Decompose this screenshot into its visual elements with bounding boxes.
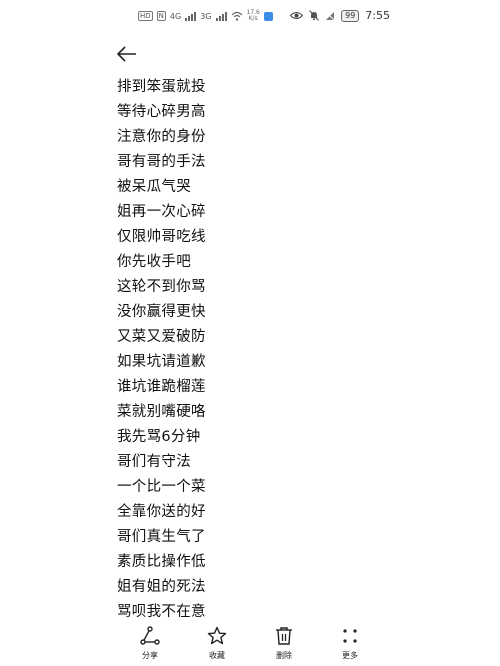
- text-line: 素质比操作低: [117, 554, 206, 570]
- text-line: 如果坑请道歉: [117, 354, 206, 370]
- text-line: 一个比一个菜: [117, 479, 206, 495]
- text-line: 注意你的身份: [117, 129, 206, 145]
- share-button[interactable]: 分享: [125, 626, 175, 661]
- mute-bell-icon: [309, 10, 320, 21]
- nfc-indicator: N: [156, 11, 166, 21]
- note-text-list: 排到笨蛋就投 等待心碎男高 注意你的身份 哥有哥的手法 被呆瓜气哭 姐再一次心碎…: [117, 75, 206, 625]
- hd-indicator: HD: [138, 11, 153, 21]
- favorite-button[interactable]: 收藏: [192, 626, 242, 661]
- status-right: 99 7:55: [290, 9, 390, 22]
- bottom-toolbar: 分享 收藏 删除 更多: [0, 622, 500, 666]
- text-line: 这轮不到你骂: [117, 279, 206, 295]
- text-line: 你先收手吧: [117, 254, 191, 270]
- status-left: HD N 4G 3G 17.6 K/s: [138, 10, 273, 22]
- app-notification-icon: [263, 11, 273, 21]
- text-line: 哥们真生气了: [117, 529, 206, 545]
- text-line: 等待心碎男高: [117, 104, 206, 120]
- share-icon: [140, 626, 160, 645]
- wifi-icon: [231, 11, 242, 21]
- delete-label: 删除: [276, 651, 292, 660]
- more-button[interactable]: 更多: [325, 626, 375, 661]
- signal-label-1: 4G: [169, 11, 182, 21]
- net-speed-unit: K/s: [248, 15, 258, 22]
- text-line: 谁坑谁跪榴莲: [117, 379, 206, 395]
- text-line: 哥们有守法: [117, 454, 191, 470]
- back-arrow-icon: [116, 46, 136, 62]
- text-line: 全靠你送的好: [117, 504, 206, 520]
- more-label: 更多: [342, 651, 358, 660]
- eye-icon: [290, 12, 304, 19]
- text-line: 又菜又爱破防: [117, 329, 206, 345]
- signal-label-2: 3G: [200, 11, 212, 21]
- share-label: 分享: [142, 651, 158, 660]
- text-line: 排到笨蛋就投: [117, 79, 206, 95]
- net-speed: 17.6 K/s: [247, 10, 260, 22]
- text-line: 姐有姐的死法: [117, 579, 206, 595]
- more-dots-icon: [343, 629, 357, 643]
- text-line: 姐再一次心碎: [117, 204, 206, 220]
- text-line: 没你赢得更快: [117, 304, 206, 320]
- text-line: 我先骂6分钟: [117, 429, 201, 445]
- trash-icon: [276, 627, 292, 645]
- text-line: 哥有哥的手法: [117, 154, 206, 170]
- signal-icon-2: [215, 11, 227, 21]
- text-line: 仅限帅哥吃线: [117, 229, 206, 245]
- status-bar: HD N 4G 3G 17.6 K/s 99 7:55: [0, 0, 500, 34]
- back-button[interactable]: [112, 40, 142, 70]
- text-line: 被呆瓜气哭: [117, 179, 191, 195]
- signal-icon: [185, 11, 197, 21]
- text-line: 菜就别嘴硬咯: [117, 404, 206, 420]
- favorite-label: 收藏: [209, 651, 225, 660]
- delete-button[interactable]: 删除: [259, 626, 309, 661]
- battery-indicator: 99: [341, 9, 360, 22]
- star-icon: [207, 626, 227, 645]
- clock: 7:55: [365, 9, 390, 22]
- no-sim-icon: [326, 11, 335, 20]
